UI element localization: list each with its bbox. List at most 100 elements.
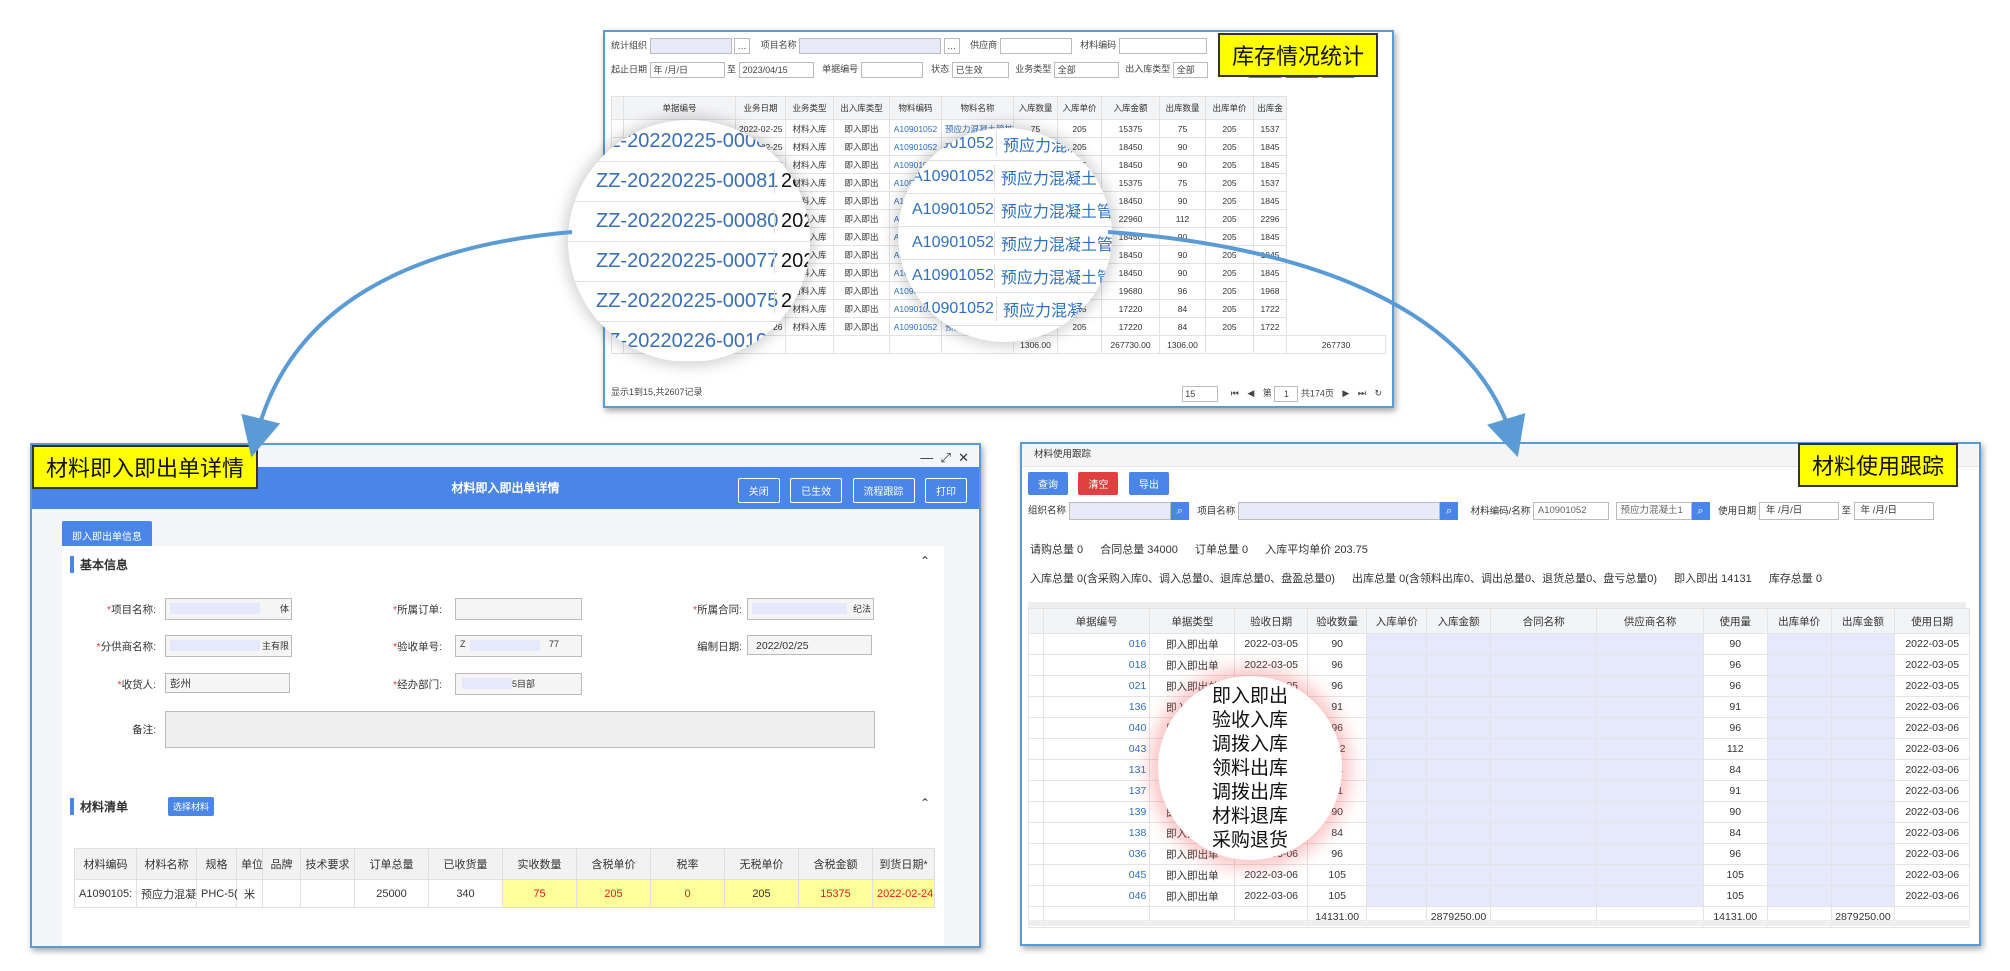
maximize-icon[interactable]: ⤢ bbox=[940, 450, 950, 465]
col-header[interactable]: 无税单价 bbox=[724, 848, 799, 880]
doc-no-cell[interactable]: 043 bbox=[1042, 738, 1151, 760]
col-header[interactable]: 出库单价 bbox=[1205, 96, 1254, 120]
table-row[interactable]: 045 即入即出单 2022-03-06 105 105 2022-03-06 bbox=[1028, 864, 1970, 886]
proj-picker-button[interactable]: … bbox=[943, 38, 960, 54]
org-input[interactable] bbox=[649, 38, 732, 54]
col-header[interactable]: 入库单价 bbox=[1366, 608, 1428, 634]
col-header[interactable]: 合同名称 bbox=[1489, 608, 1598, 634]
table-cell[interactable]: A10901052 bbox=[889, 137, 942, 156]
collapse-basic-icon[interactable]: ⌃ bbox=[920, 554, 930, 568]
h-scrollbar[interactable] bbox=[1028, 920, 1970, 926]
col-header[interactable]: 到货日期* bbox=[872, 848, 935, 880]
close-icon[interactable]: ✕ bbox=[958, 450, 969, 465]
doc-no-suffix[interactable]: 043 bbox=[1129, 743, 1147, 755]
doc-no-suffix[interactable]: 045 bbox=[1129, 869, 1147, 881]
effective-button[interactable]: 已生效 bbox=[790, 478, 843, 503]
col-header[interactable]: 出入库类型 bbox=[833, 96, 890, 120]
usage-end-date[interactable]: 年 /月/日 bbox=[1853, 502, 1934, 520]
clear-button[interactable]: 清空 bbox=[1078, 472, 1119, 495]
col-header[interactable]: 单据编号 bbox=[623, 96, 736, 120]
col-header[interactable]: 含税单价 bbox=[576, 848, 651, 880]
next-page-icon[interactable]: ▶ bbox=[1342, 388, 1349, 398]
compile-date-field[interactable]: 2022/02/25 bbox=[747, 635, 872, 655]
col-header[interactable]: 含税金额 bbox=[798, 848, 873, 880]
col-header[interactable]: 使用量 bbox=[1702, 608, 1768, 634]
receipt-no-field[interactable]: Z 77 bbox=[455, 635, 582, 657]
proj-input[interactable] bbox=[1237, 502, 1440, 520]
table-cell[interactable]: 2022-02-24 bbox=[872, 879, 935, 908]
order-field[interactable] bbox=[455, 598, 582, 620]
col-header[interactable]: 出库金 bbox=[1253, 96, 1287, 120]
page-size-select[interactable]: 15 bbox=[1182, 386, 1219, 402]
doc-no-cell[interactable]: 040 bbox=[1042, 717, 1151, 739]
page-input[interactable]: 1 bbox=[1274, 386, 1299, 402]
org-input[interactable] bbox=[1068, 502, 1171, 520]
org-search-icon[interactable]: ⌕ bbox=[1170, 502, 1189, 520]
table-row[interactable]: 018 即入即出单 2022-03-05 96 96 2022-03-05 bbox=[1028, 654, 1970, 676]
table-row[interactable]: 046 即入即出单 2022-03-06 105 105 2022-03-06 bbox=[1028, 885, 1970, 907]
mat-search-icon[interactable]: ⌕ bbox=[1691, 502, 1710, 520]
col-header[interactable]: 品牌 bbox=[262, 848, 301, 880]
col-header[interactable]: 实收数量 bbox=[502, 848, 577, 880]
col-header[interactable]: 单位 bbox=[236, 848, 263, 880]
col-header[interactable]: 入库单价 bbox=[1057, 96, 1102, 120]
prev-page-icon[interactable]: ◀ bbox=[1247, 388, 1254, 398]
note-field[interactable] bbox=[165, 711, 875, 748]
doc-no-suffix[interactable]: 137 bbox=[1129, 785, 1147, 797]
col-header[interactable]: 入库金额 bbox=[1101, 96, 1160, 120]
first-page-icon[interactable]: ⏮ bbox=[1231, 388, 1239, 398]
col-header[interactable]: 出库数量 bbox=[1159, 96, 1206, 120]
query-button[interactable]: 查询 bbox=[1028, 472, 1068, 495]
col-header[interactable]: 已收货量 bbox=[428, 848, 503, 880]
usage-start-date[interactable]: 年 /月/日 bbox=[1758, 502, 1839, 520]
minimize-icon[interactable]: — bbox=[920, 450, 933, 465]
col-header[interactable]: 业务类型 bbox=[785, 96, 834, 120]
col-header[interactable]: 供应商名称 bbox=[1596, 608, 1704, 634]
receiver-field[interactable]: 彭州 bbox=[165, 673, 290, 693]
col-header[interactable]: 使用日期 bbox=[1894, 608, 1970, 634]
col-header[interactable]: 验收数量 bbox=[1306, 608, 1368, 634]
sup-input[interactable] bbox=[999, 38, 1072, 54]
doc-no-suffix[interactable]: 131 bbox=[1129, 764, 1147, 776]
doc-no-cell[interactable]: 036 bbox=[1042, 843, 1151, 865]
col-header[interactable]: 业务日期 bbox=[735, 96, 786, 120]
refresh-icon[interactable]: ↻ bbox=[1374, 388, 1382, 398]
col-header[interactable]: 规格 bbox=[196, 848, 237, 880]
doc-no-cell[interactable]: 136 bbox=[1042, 696, 1151, 718]
org-picker-button[interactable]: … bbox=[734, 38, 751, 54]
col-header[interactable]: 材料名称 bbox=[136, 848, 197, 880]
doc-no-cell[interactable]: 046 bbox=[1042, 885, 1151, 907]
table-cell[interactable]: 0 bbox=[650, 879, 725, 908]
doc-no-cell[interactable]: 131 bbox=[1042, 759, 1151, 781]
select-material-button[interactable]: 选择材料 bbox=[168, 797, 215, 816]
doc-no-suffix[interactable]: 040 bbox=[1129, 722, 1147, 734]
table-cell[interactable]: A10901052 bbox=[889, 119, 942, 138]
end-date-input[interactable]: 2023/04/15 bbox=[738, 62, 814, 78]
col-header[interactable]: 单据类型 bbox=[1149, 608, 1236, 634]
start-date-input[interactable]: 年 /月/日 bbox=[649, 62, 725, 78]
table-row[interactable]: 016 即入即出单 2022-03-05 90 90 2022-03-05 bbox=[1028, 633, 1970, 655]
supplier-field[interactable]: 主有限 bbox=[165, 635, 292, 657]
doc-no-cell[interactable]: 016 bbox=[1042, 633, 1151, 655]
export-button[interactable]: 导出 bbox=[1128, 472, 1169, 495]
doc-no-cell[interactable]: 137 bbox=[1042, 780, 1151, 802]
col-header[interactable]: 单据编号 bbox=[1042, 608, 1151, 634]
doc-no-cell[interactable]: 138 bbox=[1042, 822, 1151, 844]
col-header[interactable]: 入库金额 bbox=[1426, 608, 1491, 634]
status-select[interactable]: 已生效 bbox=[951, 62, 1009, 78]
proj-search-icon[interactable]: ⌕ bbox=[1439, 502, 1458, 520]
collapse-list-icon[interactable]: ⌃ bbox=[920, 796, 930, 810]
col-header[interactable]: 技术要求 bbox=[300, 848, 355, 880]
doc-no-suffix[interactable]: 018 bbox=[1129, 659, 1147, 671]
contract-field[interactable]: 纪法 bbox=[747, 598, 874, 620]
doc-no-cell[interactable]: 045 bbox=[1042, 864, 1151, 886]
mat-name-input[interactable]: 预应力混凝土1 bbox=[1615, 502, 1692, 520]
col-header[interactable]: 出库单价 bbox=[1766, 608, 1832, 634]
col-header[interactable]: 出库金额 bbox=[1830, 608, 1896, 634]
doc-no-cell[interactable]: 139 bbox=[1042, 801, 1151, 823]
btype-select[interactable]: 全部 bbox=[1053, 62, 1119, 78]
mat-input[interactable] bbox=[1118, 38, 1207, 54]
table-cell[interactable]: A10901052 bbox=[889, 317, 942, 336]
table-cell[interactable]: 205 bbox=[724, 879, 799, 908]
mat-code-input[interactable]: A10901052 bbox=[1532, 502, 1609, 520]
